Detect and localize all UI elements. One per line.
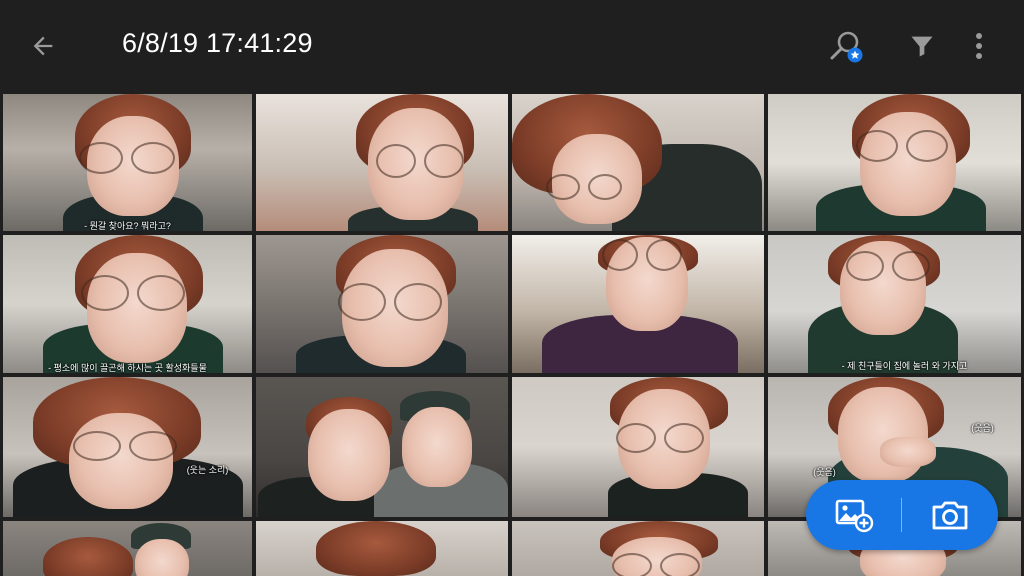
subtitle-caption: (웃음): [813, 467, 836, 477]
filter-icon: [911, 36, 933, 57]
photo-thumbnail[interactable]: - 제 친구들이 집에 놀러 와 가지고: [768, 235, 1021, 373]
floating-action-bar: [806, 480, 998, 550]
more-vert-icon: [976, 33, 982, 59]
photo-thumbnail[interactable]: [256, 521, 508, 576]
photo-thumbnail[interactable]: - 평소에 많이 끌곤해 하시는 곳 활성화들물: [3, 235, 252, 373]
smart-search-icon: [830, 31, 863, 63]
back-button[interactable]: [22, 26, 64, 66]
smart-search-button[interactable]: [824, 24, 868, 68]
photo-thumbnail[interactable]: [3, 521, 252, 576]
subtitle-caption: (웃음): [971, 423, 994, 433]
add-photo-button[interactable]: [806, 480, 901, 550]
photo-thumbnail[interactable]: [512, 377, 764, 517]
app-bar: 6/8/19 17:41:29: [0, 0, 1024, 92]
filter-button[interactable]: [902, 24, 942, 68]
page-title: 6/8/19 17:41:29: [122, 28, 313, 58]
photo-thumbnail[interactable]: [512, 521, 764, 576]
photo-thumbnail[interactable]: - 뭔갈 찾아요? 뭐라고?: [3, 94, 252, 231]
subtitle-caption: (웃는 소리): [186, 465, 229, 475]
photo-thumbnail[interactable]: [768, 94, 1021, 231]
subtitle-caption: - 제 친구들이 집에 놀러 와 가지고: [841, 361, 968, 371]
subtitle-caption: - 평소에 많이 끌곤해 하시는 곳 활성화들물: [48, 363, 207, 373]
photo-thumbnail[interactable]: [256, 94, 508, 231]
photo-thumbnail[interactable]: [256, 235, 508, 373]
more-options-button[interactable]: [962, 24, 996, 68]
photo-thumbnail[interactable]: (웃는 소리): [3, 377, 252, 517]
add-photo-icon: [835, 499, 873, 533]
subtitle-caption: - 뭔갈 찾아요? 뭐라고?: [84, 221, 171, 231]
back-arrow-icon: [33, 36, 53, 56]
camera-icon: [932, 501, 967, 530]
photo-thumbnail[interactable]: [512, 94, 764, 231]
photo-thumbnail[interactable]: [256, 377, 508, 517]
photo-thumbnail[interactable]: [512, 235, 764, 373]
camera-button[interactable]: [902, 480, 997, 550]
